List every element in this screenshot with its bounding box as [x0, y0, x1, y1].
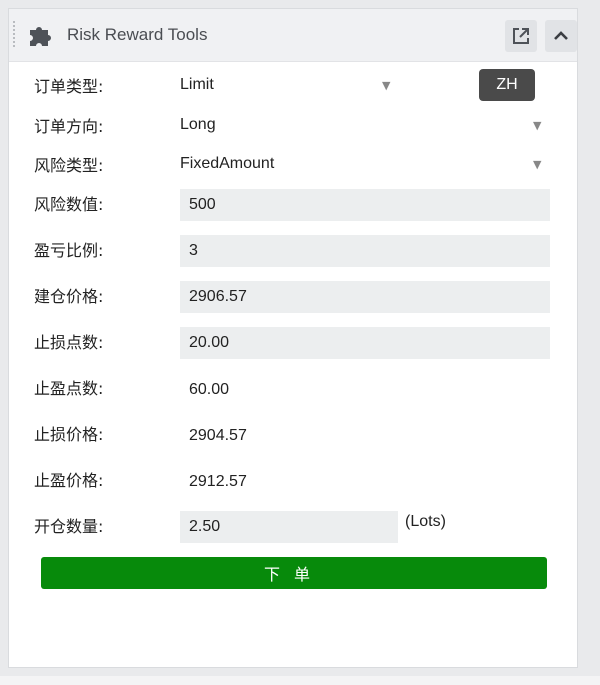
tp-points-value: 60.00 [189, 381, 230, 398]
rr-ratio-input[interactable]: 3 [180, 235, 550, 267]
drag-handle[interactable] [13, 21, 17, 47]
puzzle-icon [30, 27, 51, 46]
position-size-label: 开仓数量: [34, 517, 104, 536]
stop-price-label: 止损价格: [34, 425, 104, 444]
place-order-button[interactable]: 下单 [41, 557, 547, 589]
risk-reward-panel: Risk Reward Tools 订单类型: Limit ▼ ZH 订单方向:… [8, 8, 578, 668]
risk-value-label: 风险数值: [34, 195, 104, 214]
order-type-label: 订单类型: [34, 77, 104, 96]
risk-value-input[interactable]: 500 [180, 189, 550, 221]
popout-button[interactable] [505, 20, 537, 52]
risk-type-dropdown-icon[interactable]: ▼ [533, 158, 541, 171]
tp-price-value: 2912.57 [189, 473, 247, 490]
position-size-input[interactable]: 2.50 [180, 511, 398, 543]
rr-ratio-label: 盈亏比例: [34, 241, 104, 260]
language-toggle-button[interactable]: ZH [479, 69, 535, 101]
tp-price-label: 止盈价格: [34, 471, 104, 490]
entry-price-input[interactable]: 2906.57 [180, 281, 550, 313]
risk-type-label: 风险类型: [34, 156, 104, 175]
order-direction-select[interactable]: Long [180, 116, 216, 134]
position-size-unit: (Lots) [405, 513, 446, 530]
stop-price-value: 2904.57 [189, 427, 247, 444]
order-direction-dropdown-icon[interactable]: ▼ [533, 119, 541, 132]
bottom-divider [0, 676, 600, 685]
order-type-select[interactable]: Limit [180, 76, 214, 94]
external-link-icon [513, 28, 529, 44]
tp-points-label: 止盈点数: [34, 379, 104, 398]
entry-price-label: 建仓价格: [34, 287, 104, 306]
order-type-dropdown-icon[interactable]: ▼ [382, 79, 390, 92]
panel-title: Risk Reward Tools [67, 25, 208, 44]
risk-type-select[interactable]: FixedAmount [180, 155, 274, 173]
stop-points-label: 止损点数: [34, 333, 104, 352]
order-direction-label: 订单方向: [34, 117, 104, 136]
stop-points-input[interactable]: 20.00 [180, 327, 550, 359]
panel-header: Risk Reward Tools [9, 9, 577, 62]
chevron-up-icon [554, 31, 568, 40]
collapse-button[interactable] [545, 20, 577, 52]
